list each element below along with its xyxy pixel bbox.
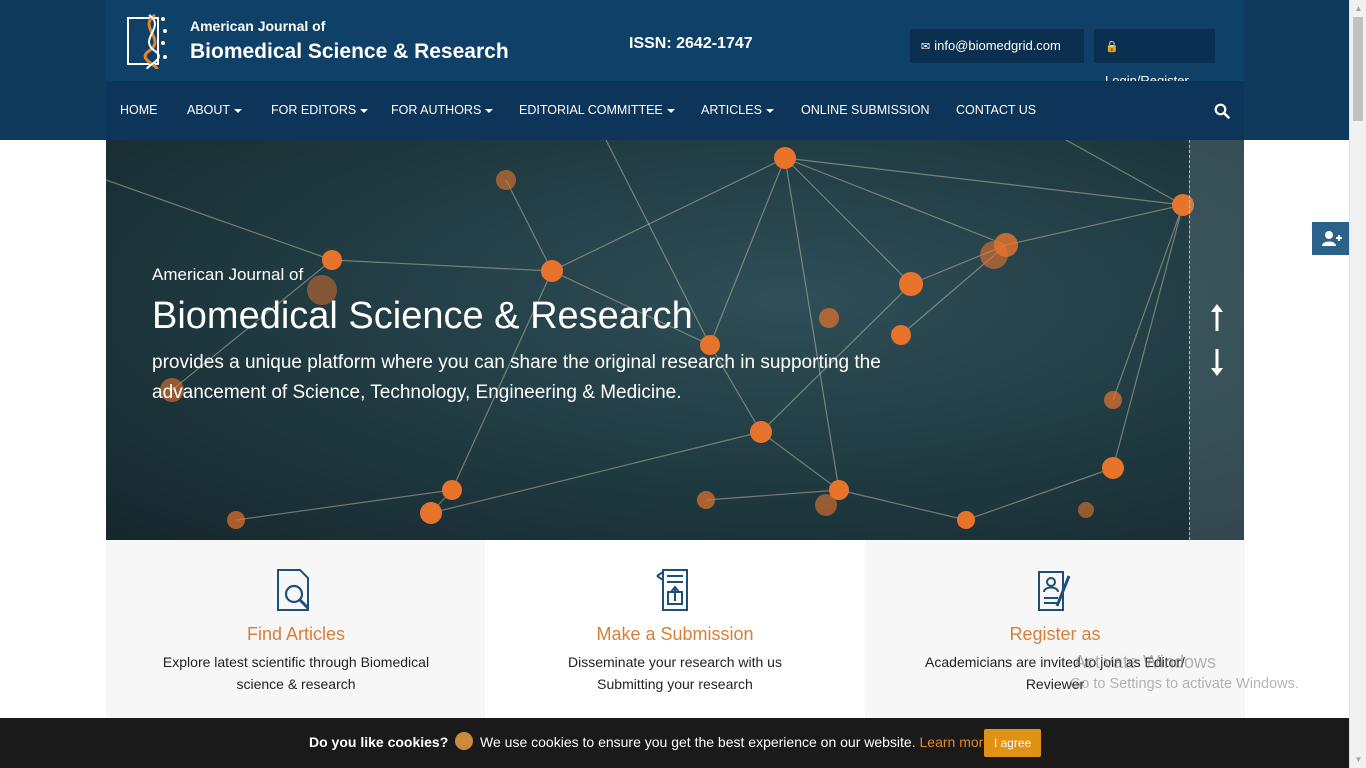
nav-home[interactable]: HOME [120,81,158,140]
nav-label: FOR EDITORS [271,103,357,117]
email-text: info@biomedgrid.com [934,38,1061,53]
login-register-button[interactable]: 🔒Login/Register [1094,29,1215,88]
nav-editorial-committee[interactable]: EDITORIAL COMMITTEE [519,81,675,140]
logo-title[interactable]: Biomedical Science & Research [190,40,509,64]
cookie-bar: Do you like cookies? We use cookies to e… [0,718,1349,768]
windows-watermark-text: Go to Settings to activate Windows. [1070,676,1299,692]
search-document-icon [277,569,310,611]
cookie-icon [455,732,474,751]
site-header: American Journal of Biomedical Science &… [106,0,1244,140]
feature-description: Explore latest scientific through Biomed… [162,654,430,692]
feature-title: Find Articles [246,624,346,644]
caret-down-icon [666,108,675,113]
cookie-message: Do you like cookies? We use cookies to e… [309,732,992,752]
logo-subtitle: American Journal of [190,18,326,34]
cookie-question: Do you like cookies? [309,734,449,750]
caret-down-icon [485,108,494,113]
feature-make-submission[interactable]: Make a Submission Disseminate your resea… [485,540,865,718]
issn-label: ISSN: 2642-1747 [629,35,753,52]
feature-title: Register as [1009,624,1101,644]
nav-contact-us[interactable]: CONTACT US [956,81,1036,140]
email-button[interactable]: ✉ info@biomedgrid.com [910,29,1084,63]
upload-document-icon [656,569,688,611]
feature-title: Make a Submission [596,624,754,644]
windows-watermark-title: Activate Windows [1074,652,1217,672]
hero-banner: American Journal of Biomedical Science &… [106,140,1244,540]
slider-nav-strip [1189,140,1244,540]
add-user-button[interactable] [1312,222,1349,255]
main-nav: HOME ABOUT FOR EDITORS FOR AUTHORS EDITO… [106,81,1244,140]
nav-for-editors[interactable]: FOR EDITORS [271,81,369,140]
nav-about[interactable]: ABOUT [187,81,243,140]
nav-label: ABOUT [187,103,231,117]
nav-online-submission[interactable]: ONLINE SUBMISSION [801,81,930,140]
register-form-icon [1038,571,1071,611]
caret-down-icon [765,108,774,113]
feature-description: Disseminate your research with us Submit… [568,654,782,692]
nav-articles[interactable]: ARTICLES [701,81,774,140]
nav-label: ONLINE SUBMISSION [801,103,930,117]
add-user-icon [1322,231,1342,246]
arrow-down-icon[interactable] [1210,348,1224,378]
scrollbar-thumb[interactable] [1353,17,1363,121]
cookie-agree-button[interactable]: I agree [984,729,1041,757]
learn-more-link[interactable]: Learn more [920,734,992,750]
nav-label: EDITORIAL COMMITTEE [519,103,663,117]
page-scrollbar[interactable]: ▲ ▼ [1349,0,1366,768]
scroll-up-icon[interactable]: ▲ [1350,0,1366,17]
nav-for-authors[interactable]: FOR AUTHORS [391,81,494,140]
lock-icon: 🔒 [1105,41,1119,53]
dna-logo-icon[interactable] [127,13,175,69]
cookie-text: We use cookies to ensure you get the bes… [480,734,916,750]
nav-label: CONTACT US [956,103,1037,117]
search-icon[interactable] [1214,103,1230,119]
hero-title: Biomedical Science & Research [152,295,693,337]
caret-down-icon [360,108,369,113]
scroll-down-icon[interactable]: ▼ [1350,751,1366,768]
nav-label: HOME [120,103,158,117]
hero-subtitle: American Journal of [152,265,304,284]
arrow-up-icon[interactable] [1210,302,1224,332]
nav-label: FOR AUTHORS [391,103,482,117]
nav-label: ARTICLES [701,103,762,117]
header-top: American Journal of Biomedical Science &… [106,0,1244,88]
feature-find-articles[interactable]: Find Articles Explore latest scientific … [106,540,486,718]
hero-description: provides a unique platform where you can… [152,352,881,403]
caret-down-icon [234,108,243,113]
envelope-icon: ✉ [921,41,931,53]
network-background-image [106,140,1194,529]
